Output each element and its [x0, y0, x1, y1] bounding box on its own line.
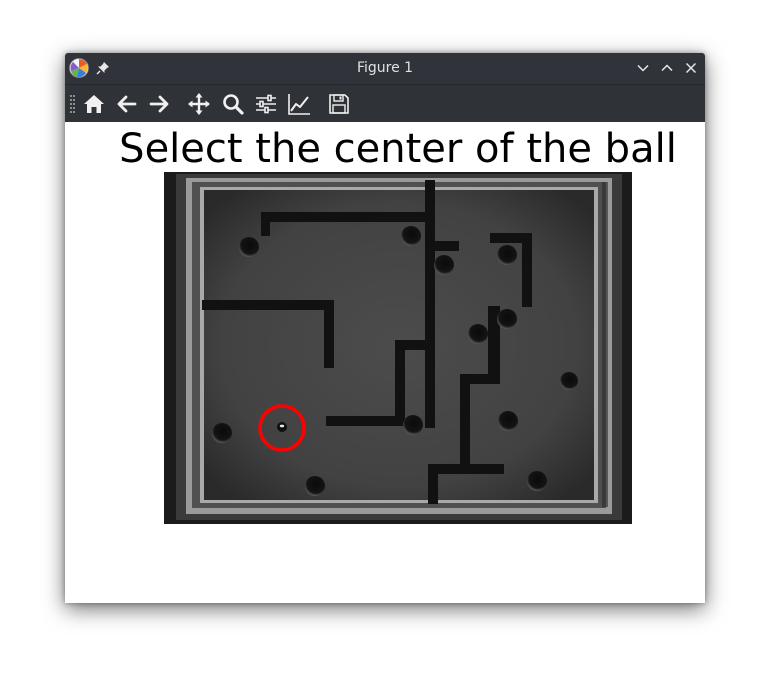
pan-icon: [188, 93, 210, 115]
pan-button[interactable]: [187, 92, 211, 116]
maximize-icon[interactable]: [660, 61, 674, 75]
home-icon: [84, 95, 104, 113]
zoom-icon: [223, 94, 244, 115]
back-icon: [117, 95, 137, 113]
window-title: Figure 1: [356, 60, 414, 76]
figure-title: Select the center of the ball: [119, 126, 677, 172]
edit-axes-button[interactable]: [287, 92, 311, 116]
edit-axes-icon: [288, 94, 310, 115]
forward-icon: [149, 95, 169, 113]
subplots-icon: [256, 94, 276, 114]
maze-image[interactable]: [164, 172, 632, 524]
subplots-button[interactable]: [254, 92, 278, 116]
figure-window: Figure 1 Select the center of the ball: [65, 53, 705, 603]
back-button[interactable]: [115, 92, 139, 116]
save-icon: [329, 94, 349, 114]
minimize-icon[interactable]: [636, 61, 650, 75]
close-icon[interactable]: [684, 61, 698, 75]
forward-button[interactable]: [147, 92, 171, 116]
navigation-toolbar: [65, 85, 705, 122]
save-button[interactable]: [327, 92, 351, 116]
home-button[interactable]: [82, 92, 106, 116]
toolbar-grip[interactable]: [70, 95, 76, 113]
zoom-button[interactable]: [221, 92, 245, 116]
title-bar[interactable]: Figure 1: [65, 53, 705, 85]
figure-canvas[interactable]: Select the center of the ball: [65, 122, 705, 603]
